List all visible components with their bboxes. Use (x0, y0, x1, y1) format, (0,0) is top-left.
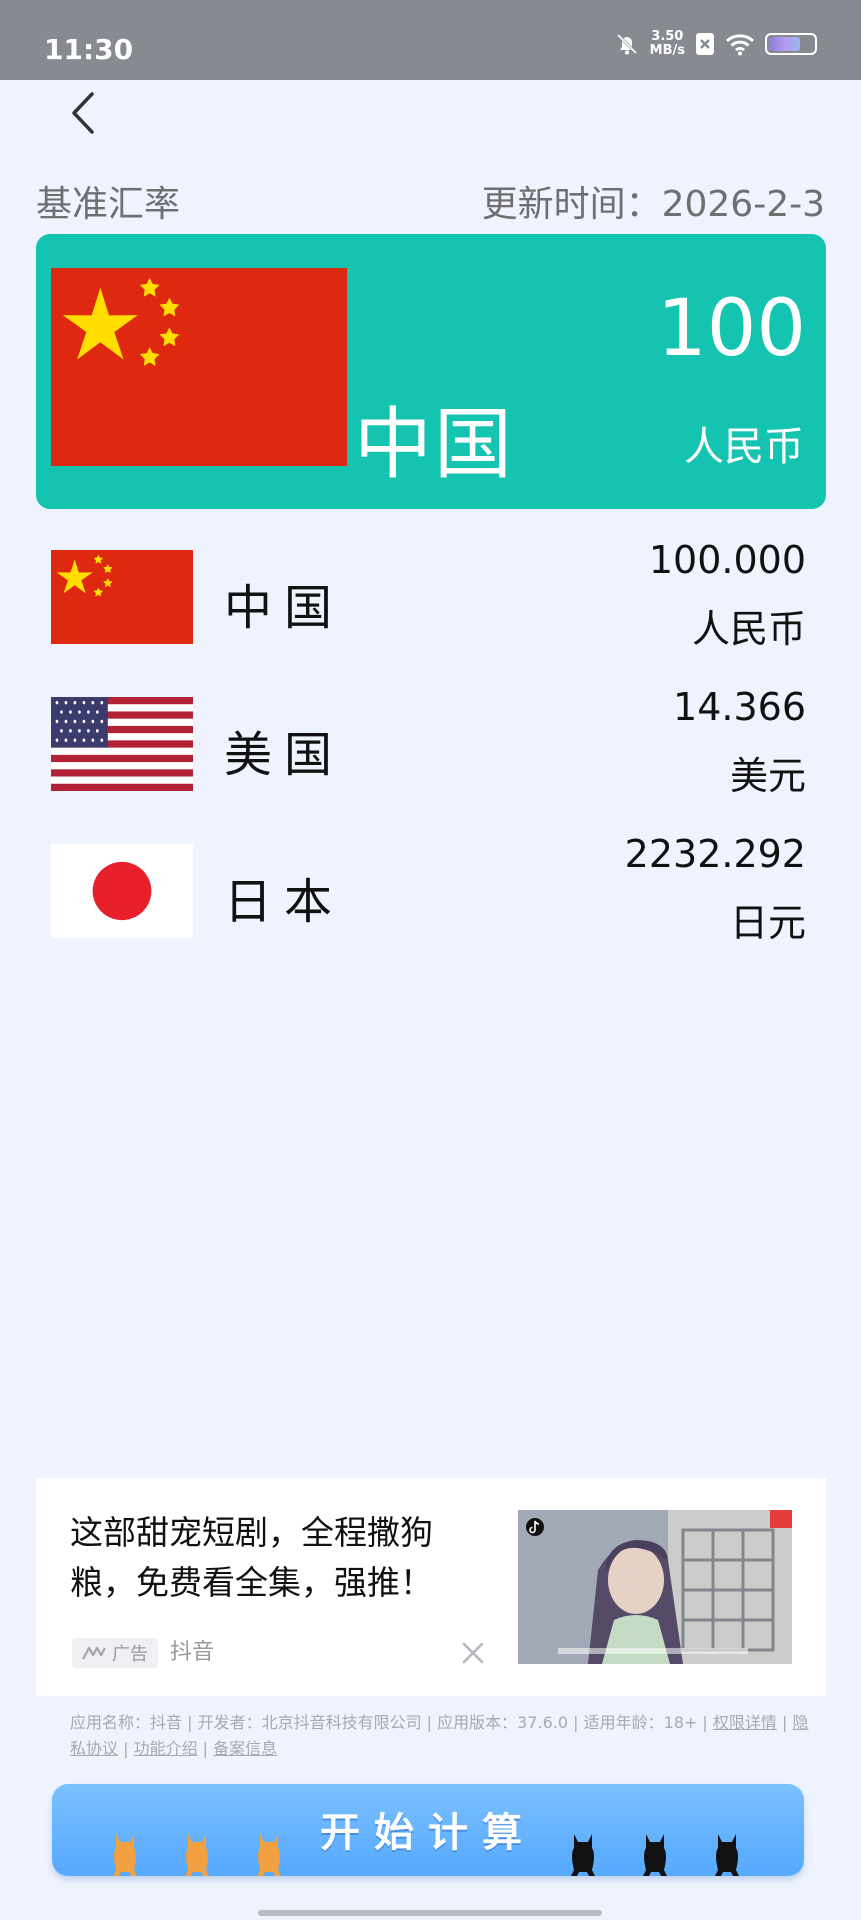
ad-badge: 广告 (72, 1638, 158, 1668)
ad-badge-label: 广告 (112, 1644, 148, 1665)
battery-icon (765, 33, 817, 55)
back-button[interactable] (58, 88, 108, 138)
japan-flag (51, 844, 193, 938)
rate-country-name: 美国 (224, 727, 345, 783)
status-time: 11:30 (44, 33, 134, 66)
update-time-value: 2026-2-3 (661, 184, 825, 225)
ad-disclosure: 应用名称：抖音 | 开发者：北京抖音科技有限公司 | 应用版本：37.6.0 |… (70, 1713, 809, 1758)
rate-country-name: 日本 (224, 874, 345, 930)
rate-country-name: 中国 (224, 580, 345, 636)
rate-value: 2232.292 (624, 832, 806, 876)
wifi-icon (725, 34, 755, 56)
sim-off-icon (696, 33, 714, 55)
base-rate-label: 基准汇率 (36, 184, 181, 225)
orange-cat-icon (113, 1834, 137, 1876)
orange-cat-icon (257, 1834, 281, 1876)
rate-value: 100.000 (648, 538, 806, 582)
rate-value: 14.366 (673, 685, 806, 729)
usa-flag (51, 697, 193, 791)
ad-source: 抖音 (170, 1640, 215, 1665)
permissions-link[interactable]: 权限详情 (713, 1713, 777, 1732)
chevron-left-icon (72, 92, 94, 134)
base-currency-name: 人民币 (684, 424, 804, 470)
base-amount: 100 (657, 284, 806, 374)
base-country-name: 中国 (354, 400, 515, 490)
update-time: 更新时间：2026-2-3 (482, 175, 825, 227)
status-bar: 11:30 3.50 MB/s (0, 0, 861, 80)
home-indicator[interactable] (258, 1910, 602, 1916)
orange-cat-icon (185, 1834, 209, 1876)
rate-row-china[interactable]: 中国 100.000 人民币 (36, 538, 826, 651)
ad-headline: 这部甜宠短剧，全程撒狗粮，免费看全集，强推！ (70, 1513, 433, 1602)
filing-info-link[interactable]: 备案信息 (213, 1739, 277, 1758)
rate-row-usa[interactable]: 美国 14.366 美元 (36, 685, 826, 798)
ad-card[interactable]: 这部甜宠短剧，全程撒狗粮，免费看全集，强推！ 广告 抖音 (36, 1478, 826, 1696)
tiktok-icon (526, 1518, 544, 1536)
battery-level (769, 37, 800, 51)
china-flag (51, 550, 193, 644)
black-cat-icon (715, 1834, 739, 1876)
base-currency-card[interactable]: 中国 100 人民币 (36, 234, 826, 509)
features-link[interactable]: 功能介绍 (134, 1739, 198, 1758)
black-cat-icon (571, 1834, 595, 1876)
net-speed: 3.50 MB/s (649, 29, 685, 58)
rate-currency-name: 美元 (729, 754, 806, 798)
rate-currency-name: 日元 (729, 901, 806, 945)
ad-thumbnail (518, 1510, 792, 1664)
start-calculation-label: 开始计算 (320, 1810, 536, 1856)
rate-currency-name: 人民币 (691, 607, 806, 651)
china-flag (51, 268, 347, 466)
mute-bell-icon (616, 33, 637, 55)
ad-network-icon (82, 1646, 107, 1660)
update-time-label: 更新时间： (481, 184, 662, 225)
status-icons: 3.50 MB/s (614, 30, 817, 58)
ad-disclosure-text: 应用名称：抖音 | 开发者：北京抖音科技有限公司 | 应用版本：37.6.0 |… (70, 1713, 713, 1732)
rate-row-japan[interactable]: 日本 2232.292 日元 (36, 832, 826, 945)
start-calculation-button[interactable]: 开始计算 (52, 1784, 804, 1876)
black-cat-icon (643, 1834, 667, 1876)
close-icon[interactable] (456, 1636, 490, 1670)
